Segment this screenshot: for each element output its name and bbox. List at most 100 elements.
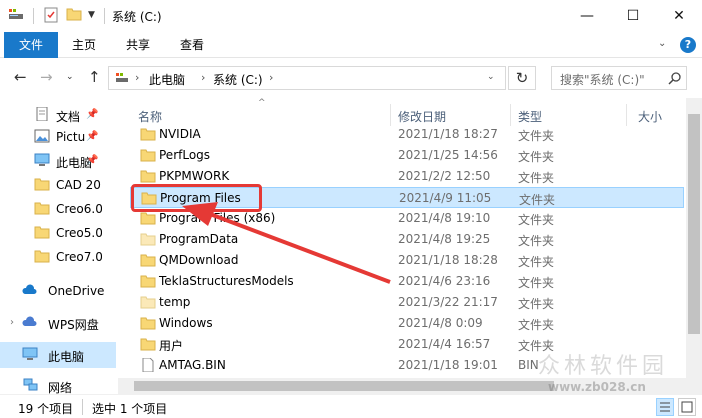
file-date: 2021/1/25 14:56 [398, 148, 498, 162]
nav-item-label: Creo5.0 [56, 226, 102, 240]
nav-item-creo5[interactable]: Creo5.0 [0, 220, 116, 246]
file-date: 2021/4/8 0:09 [398, 316, 483, 330]
maximize-button[interactable]: ☐ [610, 0, 656, 32]
tab-view[interactable]: 查看 [170, 32, 214, 58]
vertical-scrollbar[interactable] [686, 98, 702, 394]
pin-icon: 📌 [86, 109, 99, 120]
address-row: ← → ⌄ ↑ › 此电脑 › 系统 (C:) › ⌄ ↻ 搜索"系统 (C:)… [0, 58, 702, 98]
folder-icon [34, 250, 50, 263]
tab-home[interactable]: 主页 [62, 32, 106, 58]
sort-ascending-icon: ^ [258, 98, 266, 108]
breadcrumb-chevron-icon[interactable]: › [201, 71, 205, 84]
search-input[interactable]: 搜索"系统 (C:)" [551, 66, 687, 90]
file-name: ProgramData [159, 232, 239, 246]
file-date: 2021/4/6 23:16 [398, 274, 491, 288]
nav-item-this-pc[interactable]: 此电脑 [0, 342, 116, 368]
drive-icon[interactable] [8, 7, 24, 21]
title-bar: ▼ 系统 (C:) — ☐ ✕ [0, 0, 702, 32]
help-icon[interactable]: ? [680, 37, 696, 53]
file-row[interactable]: NVIDIA 2021/1/18 18:27 文件夹 [130, 124, 684, 145]
divider [104, 8, 105, 24]
column-header-date[interactable]: 修改日期 [398, 108, 446, 125]
expand-ribbon-icon[interactable]: ⌄ [658, 38, 666, 49]
nav-item-creo6[interactable]: Creo6.0 [0, 196, 116, 222]
ribbon-tabs: 文件 主页 共享 查看 ⌄ ? [0, 32, 702, 58]
scrollbar-thumb[interactable] [134, 381, 554, 391]
file-row[interactable]: Windows 2021/4/8 0:09 文件夹 [130, 313, 684, 334]
folder-icon [140, 317, 156, 330]
nav-item-onedrive[interactable]: OneDrive [0, 278, 116, 304]
tab-file[interactable]: 文件 [4, 32, 58, 58]
breadcrumb-chevron-icon[interactable]: › [269, 71, 273, 84]
file-type: 文件夹 [518, 297, 555, 311]
file-date: 2021/3/22 21:17 [398, 295, 498, 309]
nav-item-label: Creo6.0 [56, 202, 102, 216]
column-header-size[interactable]: 大小 [638, 108, 662, 125]
column-header-name[interactable]: 名称 [138, 108, 162, 125]
folder-icon [34, 202, 50, 215]
back-arrow-icon[interactable]: ← [14, 68, 27, 86]
column-divider[interactable] [390, 104, 391, 126]
nav-item-cad[interactable]: CAD 20 [0, 172, 116, 198]
pc-icon [34, 153, 50, 166]
file-name: temp [159, 295, 191, 309]
divider [82, 399, 83, 415]
file-date: 2021/1/18 18:27 [398, 127, 498, 141]
nav-item-this-pc-pinned[interactable]: 此电脑 📌 [0, 148, 116, 174]
close-button[interactable]: ✕ [656, 0, 702, 32]
chevron-right-icon[interactable]: › [10, 317, 14, 328]
file-type: 文件夹 [518, 129, 555, 143]
tab-share[interactable]: 共享 [116, 32, 160, 58]
address-dropdown-icon[interactable]: ⌄ [487, 72, 495, 82]
column-header-type[interactable]: 类型 [518, 108, 542, 125]
file-type: 文件夹 [518, 255, 555, 269]
network-icon [23, 378, 38, 391]
folder-icon [140, 212, 156, 225]
nav-item-label: WPS网盘 [48, 318, 99, 332]
scrollbar-thumb[interactable] [688, 114, 700, 334]
pictures-icon [34, 129, 50, 143]
refresh-button[interactable]: ↻ [508, 66, 536, 90]
folder-hidden-icon [140, 233, 156, 246]
file-row[interactable]: PerfLogs 2021/1/25 14:56 文件夹 [130, 145, 684, 166]
file-name: QMDownload [159, 253, 239, 267]
file-row[interactable]: TeklaStructuresModels 2021/4/6 23:16 文件夹 [130, 271, 684, 292]
breadcrumb-chevron-icon[interactable]: › [135, 71, 139, 84]
selection-count: 选中 1 个项目 [92, 402, 168, 416]
file-type: 文件夹 [518, 276, 555, 290]
nav-item-label: CAD 20 [56, 178, 101, 192]
folder-icon [140, 170, 156, 183]
forward-arrow-icon[interactable]: → [40, 68, 53, 86]
file-row[interactable]: QMDownload 2021/1/18 18:28 文件夹 [130, 250, 684, 271]
file-name: AMTAG.BIN [159, 358, 226, 372]
nav-item-wps-cloud[interactable]: › WPS网盘 [0, 310, 116, 336]
file-row[interactable]: ProgramData 2021/4/8 19:25 文件夹 [130, 229, 684, 250]
details-view-button[interactable] [656, 398, 674, 416]
file-name: Program Files (x86) [159, 211, 276, 225]
properties-icon[interactable] [44, 7, 58, 23]
file-row[interactable]: temp 2021/3/22 21:17 文件夹 [130, 292, 684, 313]
file-type: 文件夹 [518, 213, 555, 227]
column-divider[interactable] [626, 104, 627, 126]
file-type: 文件夹 [519, 193, 556, 207]
column-divider[interactable] [510, 104, 511, 126]
nav-item-creo7[interactable]: Creo7.0 [0, 244, 116, 270]
file-date: 2021/4/9 11:05 [399, 191, 492, 205]
watermark-url: www.zb028.cn [548, 380, 646, 394]
up-arrow-icon[interactable]: ↑ [88, 68, 101, 86]
details-view-icon [660, 402, 670, 412]
large-icons-view-button[interactable] [678, 398, 696, 416]
file-date: 2021/4/4 16:57 [398, 337, 491, 351]
new-folder-icon[interactable] [66, 7, 82, 21]
nav-item-pictures[interactable]: Pictu 📌 [0, 124, 116, 150]
file-type: 文件夹 [518, 171, 555, 185]
recent-locations-icon[interactable]: ⌄ [66, 72, 74, 82]
quick-access-dropdown-icon[interactable]: ▼ [88, 10, 95, 20]
breadcrumb-drive-c[interactable]: 系统 (C:) [213, 71, 263, 88]
file-icon [142, 358, 154, 372]
folder-icon [34, 178, 50, 191]
address-bar[interactable]: › 此电脑 › 系统 (C:) › ⌄ [108, 66, 506, 90]
file-date: 2021/2/2 12:50 [398, 169, 491, 183]
minimize-button[interactable]: — [564, 0, 610, 32]
breadcrumb-this-pc[interactable]: 此电脑 [149, 71, 185, 88]
